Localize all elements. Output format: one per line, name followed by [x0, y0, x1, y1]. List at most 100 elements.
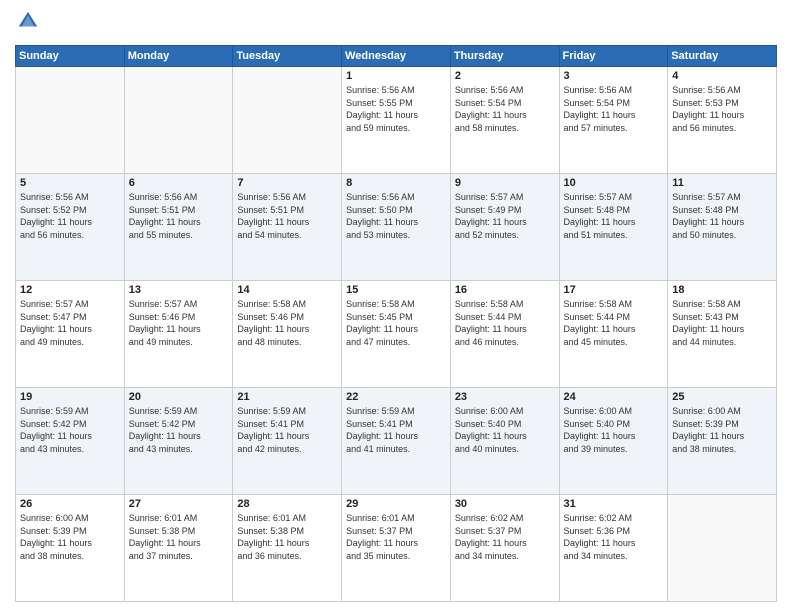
- calendar-cell: 10 Sunrise: 5:57 AM Sunset: 5:48 PM Dayli…: [559, 174, 668, 281]
- logo: [15, 10, 39, 37]
- logo-icon: [17, 10, 39, 32]
- calendar-cell: 16 Sunrise: 5:58 AM Sunset: 5:44 PM Dayli…: [450, 281, 559, 388]
- day-number: 10: [564, 177, 664, 189]
- day-info: Sunrise: 6:02 AM Sunset: 5:37 PM Dayligh…: [455, 512, 555, 562]
- day-info: Sunrise: 5:57 AM Sunset: 5:49 PM Dayligh…: [455, 191, 555, 241]
- calendar-cell: 23 Sunrise: 6:00 AM Sunset: 5:40 PM Dayli…: [450, 388, 559, 495]
- calendar-cell: 17 Sunrise: 5:58 AM Sunset: 5:44 PM Dayli…: [559, 281, 668, 388]
- calendar-cell: 22 Sunrise: 5:59 AM Sunset: 5:41 PM Dayli…: [342, 388, 451, 495]
- week-row-2: 5 Sunrise: 5:56 AM Sunset: 5:52 PM Daylig…: [16, 174, 777, 281]
- day-number: 20: [129, 391, 229, 403]
- calendar-cell: 14 Sunrise: 5:58 AM Sunset: 5:46 PM Dayli…: [233, 281, 342, 388]
- day-info: Sunrise: 5:56 AM Sunset: 5:55 PM Dayligh…: [346, 84, 446, 134]
- day-header-monday: Monday: [124, 46, 233, 67]
- calendar-cell: 31 Sunrise: 6:02 AM Sunset: 5:36 PM Dayli…: [559, 495, 668, 602]
- day-info: Sunrise: 5:56 AM Sunset: 5:53 PM Dayligh…: [672, 84, 772, 134]
- week-row-3: 12Sunrise: 5:57 AM Sunset: 5:47 PM Dayli…: [16, 281, 777, 388]
- day-info: Sunrise: 5:58 AM Sunset: 5:44 PM Dayligh…: [564, 298, 664, 348]
- day-info: Sunrise: 5:58 AM Sunset: 5:43 PM Dayligh…: [672, 298, 772, 348]
- day-info: Sunrise: 5:59 AM Sunset: 5:41 PM Dayligh…: [346, 405, 446, 455]
- day-header-thursday: Thursday: [450, 46, 559, 67]
- calendar-cell: 20 Sunrise: 5:59 AM Sunset: 5:42 PM Dayli…: [124, 388, 233, 495]
- calendar-cell: 29 Sunrise: 6:01 AM Sunset: 5:37 PM Dayli…: [342, 495, 451, 602]
- day-info: Sunrise: 5:58 AM Sunset: 5:46 PM Dayligh…: [237, 298, 337, 348]
- calendar-cell: 26 Sunrise: 6:00 AM Sunset: 5:39 PM Dayli…: [16, 495, 125, 602]
- day-info: Sunrise: 6:01 AM Sunset: 5:37 PM Dayligh…: [346, 512, 446, 562]
- day-number: 3: [564, 70, 664, 82]
- day-info: Sunrise: 5:57 AM Sunset: 5:46 PM Dayligh…: [129, 298, 229, 348]
- calendar-cell: [668, 495, 777, 602]
- day-number: 6: [129, 177, 229, 189]
- day-number: 19: [20, 391, 120, 403]
- calendar-cell: 8 Sunrise: 5:56 AM Sunset: 5:50 PM Daylig…: [342, 174, 451, 281]
- day-info: Sunrise: 5:57 AM Sunset: 5:47 PM Dayligh…: [20, 298, 120, 348]
- calendar-cell: 13Sunrise: 5:57 AM Sunset: 5:46 PM Dayli…: [124, 281, 233, 388]
- day-number: 16: [455, 284, 555, 296]
- day-header-wednesday: Wednesday: [342, 46, 451, 67]
- calendar-cell: [16, 67, 125, 174]
- week-row-5: 26 Sunrise: 6:00 AM Sunset: 5:39 PM Dayli…: [16, 495, 777, 602]
- calendar-cell: 7 Sunrise: 5:56 AM Sunset: 5:51 PM Daylig…: [233, 174, 342, 281]
- calendar-cell: 9Sunrise: 5:57 AM Sunset: 5:49 PM Daylig…: [450, 174, 559, 281]
- day-info: Sunrise: 5:59 AM Sunset: 5:42 PM Dayligh…: [20, 405, 120, 455]
- calendar-cell: 18Sunrise: 5:58 AM Sunset: 5:43 PM Dayli…: [668, 281, 777, 388]
- week-row-4: 19 Sunrise: 5:59 AM Sunset: 5:42 PM Dayli…: [16, 388, 777, 495]
- day-info: Sunrise: 6:00 AM Sunset: 5:40 PM Dayligh…: [455, 405, 555, 455]
- day-info: Sunrise: 6:00 AM Sunset: 5:39 PM Dayligh…: [20, 512, 120, 562]
- day-number: 4: [672, 70, 772, 82]
- day-info: Sunrise: 5:58 AM Sunset: 5:44 PM Dayligh…: [455, 298, 555, 348]
- day-header-friday: Friday: [559, 46, 668, 67]
- calendar-cell: [233, 67, 342, 174]
- day-number: 5: [20, 177, 120, 189]
- calendar-cell: 1Sunrise: 5:56 AM Sunset: 5:55 PM Daylig…: [342, 67, 451, 174]
- day-number: 7: [237, 177, 337, 189]
- day-number: 29: [346, 498, 446, 510]
- day-number: 22: [346, 391, 446, 403]
- day-number: 28: [237, 498, 337, 510]
- day-number: 24: [564, 391, 664, 403]
- day-info: Sunrise: 5:56 AM Sunset: 5:52 PM Dayligh…: [20, 191, 120, 241]
- day-info: Sunrise: 6:01 AM Sunset: 5:38 PM Dayligh…: [237, 512, 337, 562]
- day-number: 11: [672, 177, 772, 189]
- day-number: 27: [129, 498, 229, 510]
- calendar-cell: 30Sunrise: 6:02 AM Sunset: 5:37 PM Dayli…: [450, 495, 559, 602]
- calendar-table: SundayMondayTuesdayWednesdayThursdayFrid…: [15, 45, 777, 602]
- day-header-sunday: Sunday: [16, 46, 125, 67]
- header: [15, 10, 777, 37]
- day-info: Sunrise: 5:59 AM Sunset: 5:41 PM Dayligh…: [237, 405, 337, 455]
- calendar-cell: 25Sunrise: 6:00 AM Sunset: 5:39 PM Dayli…: [668, 388, 777, 495]
- calendar-cell: [124, 67, 233, 174]
- day-number: 8: [346, 177, 446, 189]
- day-info: Sunrise: 6:00 AM Sunset: 5:40 PM Dayligh…: [564, 405, 664, 455]
- calendar-cell: 28 Sunrise: 6:01 AM Sunset: 5:38 PM Dayli…: [233, 495, 342, 602]
- calendar-cell: 24 Sunrise: 6:00 AM Sunset: 5:40 PM Dayli…: [559, 388, 668, 495]
- calendar-cell: 3 Sunrise: 5:56 AM Sunset: 5:54 PM Daylig…: [559, 67, 668, 174]
- day-number: 14: [237, 284, 337, 296]
- day-number: 15: [346, 284, 446, 296]
- day-number: 2: [455, 70, 555, 82]
- day-info: Sunrise: 5:58 AM Sunset: 5:45 PM Dayligh…: [346, 298, 446, 348]
- day-info: Sunrise: 5:56 AM Sunset: 5:54 PM Dayligh…: [564, 84, 664, 134]
- day-info: Sunrise: 5:59 AM Sunset: 5:42 PM Dayligh…: [129, 405, 229, 455]
- day-number: 17: [564, 284, 664, 296]
- day-number: 21: [237, 391, 337, 403]
- day-info: Sunrise: 5:56 AM Sunset: 5:51 PM Dayligh…: [237, 191, 337, 241]
- day-number: 31: [564, 498, 664, 510]
- week-row-1: 1Sunrise: 5:56 AM Sunset: 5:55 PM Daylig…: [16, 67, 777, 174]
- calendar-cell: 15 Sunrise: 5:58 AM Sunset: 5:45 PM Dayli…: [342, 281, 451, 388]
- day-info: Sunrise: 6:02 AM Sunset: 5:36 PM Dayligh…: [564, 512, 664, 562]
- day-info: Sunrise: 5:56 AM Sunset: 5:50 PM Dayligh…: [346, 191, 446, 241]
- calendar-page: SundayMondayTuesdayWednesdayThursdayFrid…: [0, 0, 792, 612]
- day-number: 26: [20, 498, 120, 510]
- calendar-cell: 21 Sunrise: 5:59 AM Sunset: 5:41 PM Dayli…: [233, 388, 342, 495]
- day-info: Sunrise: 5:57 AM Sunset: 5:48 PM Dayligh…: [564, 191, 664, 241]
- calendar-cell: 5 Sunrise: 5:56 AM Sunset: 5:52 PM Daylig…: [16, 174, 125, 281]
- day-header-tuesday: Tuesday: [233, 46, 342, 67]
- calendar-header-row: SundayMondayTuesdayWednesdayThursdayFrid…: [16, 46, 777, 67]
- day-number: 23: [455, 391, 555, 403]
- calendar-cell: 12Sunrise: 5:57 AM Sunset: 5:47 PM Dayli…: [16, 281, 125, 388]
- calendar-cell: 27Sunrise: 6:01 AM Sunset: 5:38 PM Dayli…: [124, 495, 233, 602]
- calendar-cell: 11Sunrise: 5:57 AM Sunset: 5:48 PM Dayli…: [668, 174, 777, 281]
- day-info: Sunrise: 6:00 AM Sunset: 5:39 PM Dayligh…: [672, 405, 772, 455]
- day-info: Sunrise: 5:56 AM Sunset: 5:51 PM Dayligh…: [129, 191, 229, 241]
